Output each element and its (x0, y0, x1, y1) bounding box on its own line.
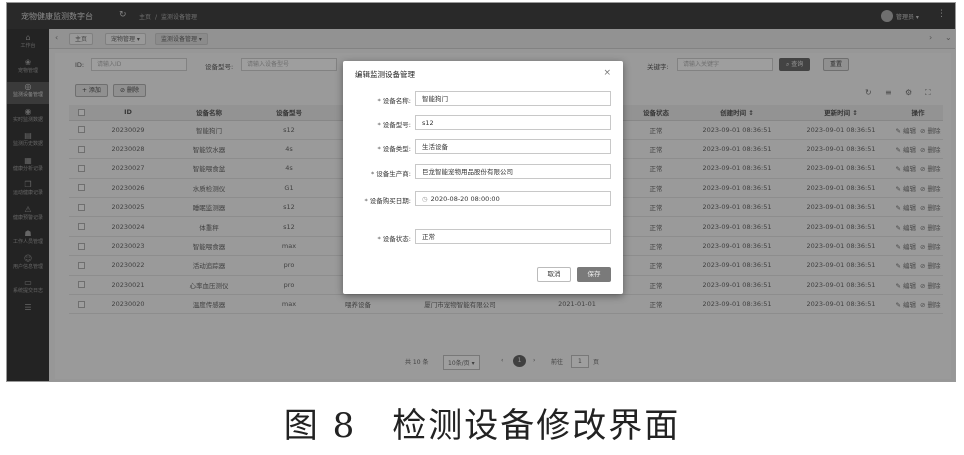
device-status-label: * 设备状态: (377, 235, 411, 243)
clock-icon: ◷ (422, 195, 428, 203)
save-button[interactable]: 保存 (577, 267, 611, 282)
device-model-label: * 设备型号: (377, 121, 411, 129)
purchase-date-input[interactable]: ◷ 2020-08-20 08:00:00 (415, 191, 611, 206)
device-name-label: * 设备名称: (377, 97, 411, 105)
edit-device-dialog: 编辑监测设备管理 × * 设备名称: 智能狗门 * 设备型号: s12 * 设备类型: 生活设备… (343, 61, 623, 294)
app-screen: 宠物健康监测数字台 ↻ 主页 / 监测设备管理 管理员 ▾ ⋮ ⌂ 工作台 ❀ 宠物管理 ◎… (6, 2, 956, 382)
dialog-title: 编辑监测设备管理 (355, 70, 415, 79)
cancel-button[interactable]: 取消 (537, 267, 571, 282)
device-manufacturer-label: * 设备生产商: (371, 170, 411, 178)
device-status-input[interactable]: 正常 (415, 229, 611, 244)
close-icon[interactable]: × (603, 68, 611, 78)
device-manufacturer-input[interactable]: 巨龙智能宠物用品股份有限公司 (415, 164, 611, 179)
device-model-input[interactable]: s12 (415, 115, 611, 130)
device-name-input[interactable]: 智能狗门 (415, 91, 611, 106)
device-type-label: * 设备类型: (377, 145, 411, 153)
device-type-input[interactable]: 生活设备 (415, 139, 611, 154)
figure-caption: 图 8 检测设备修改界面 (283, 406, 681, 446)
purchase-date-label: * 设备购买日期: (364, 197, 411, 205)
